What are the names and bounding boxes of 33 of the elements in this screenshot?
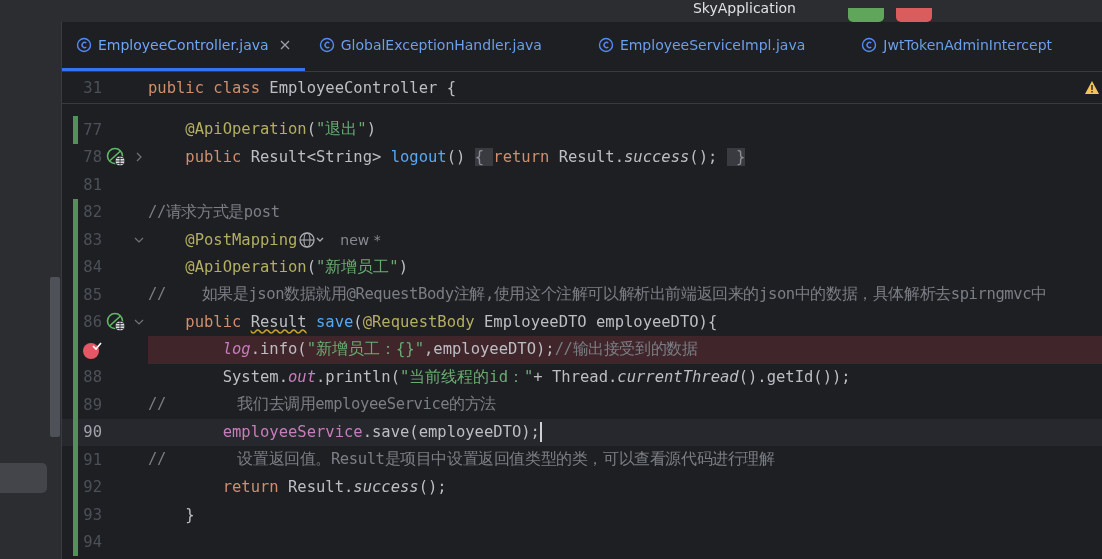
class-icon: [318, 37, 335, 53]
code-line: public Result save(@RequestBody EmployeeDTO employeeDTO){: [184, 313, 718, 332]
code-line: System.out.println("当前线程的id："+ Thread.currentThread().getId());: [221, 366, 851, 388]
code-line: // 设置返回值。Result是项目中设置返回值类型的类，可以查看源代码进行理解: [148, 449, 775, 471]
code-line: // 如果是json数据就用@RequestBody注解,使用这个注解可以解析出前端返回来的json中的数据，具体解析去spirngmvc中: [148, 284, 1047, 306]
class-icon: [861, 37, 878, 53]
close-icon[interactable]: [278, 39, 291, 51]
code-line: @PostMapping: [184, 230, 298, 249]
debug-button[interactable]: [848, 8, 884, 22]
code-line: @ApiOperation("新增员工"): [184, 256, 408, 278]
endpoint-icon[interactable]: [106, 147, 126, 168]
warning-icon[interactable]: [1084, 80, 1100, 95]
text-cursor: [539, 422, 542, 443]
class-icon: [597, 37, 614, 53]
stop-button[interactable]: [896, 8, 932, 22]
code-line: public class EmployeeController {: [148, 78, 456, 97]
editor-tab[interactable]: EmployeeServiceImpl.java: [583, 22, 820, 71]
run-configuration[interactable]: SkyApplication: [693, 0, 796, 16]
line-number: 90: [83, 423, 102, 442]
code-line: return Result.success();: [221, 478, 447, 497]
code-line: public Result<String> logout() { return Result.success(); }: [184, 148, 746, 167]
code-line: employeeService.save(employeeDTO);: [221, 423, 540, 442]
editor-tab[interactable]: GlobalExceptionHandler.java: [304, 22, 556, 71]
code-line: }: [184, 505, 195, 524]
scrollbar-thumb[interactable]: [50, 277, 60, 437]
code-line: //请求方式是post: [148, 201, 280, 223]
code-line: log.info("新增员工：{}",employeeDTO);//输出接受到的数据: [221, 339, 698, 361]
editor-tab[interactable]: JwtTokenAdminIntercept: [847, 22, 1053, 71]
code-line: @ApiOperation("退出"): [184, 119, 376, 141]
class-icon: [76, 37, 92, 53]
endpoint-icon[interactable]: [106, 312, 126, 333]
code-line: // 我们去调用employeeService的方法: [148, 394, 497, 416]
inlay-hint[interactable]: new *: [340, 231, 381, 248]
